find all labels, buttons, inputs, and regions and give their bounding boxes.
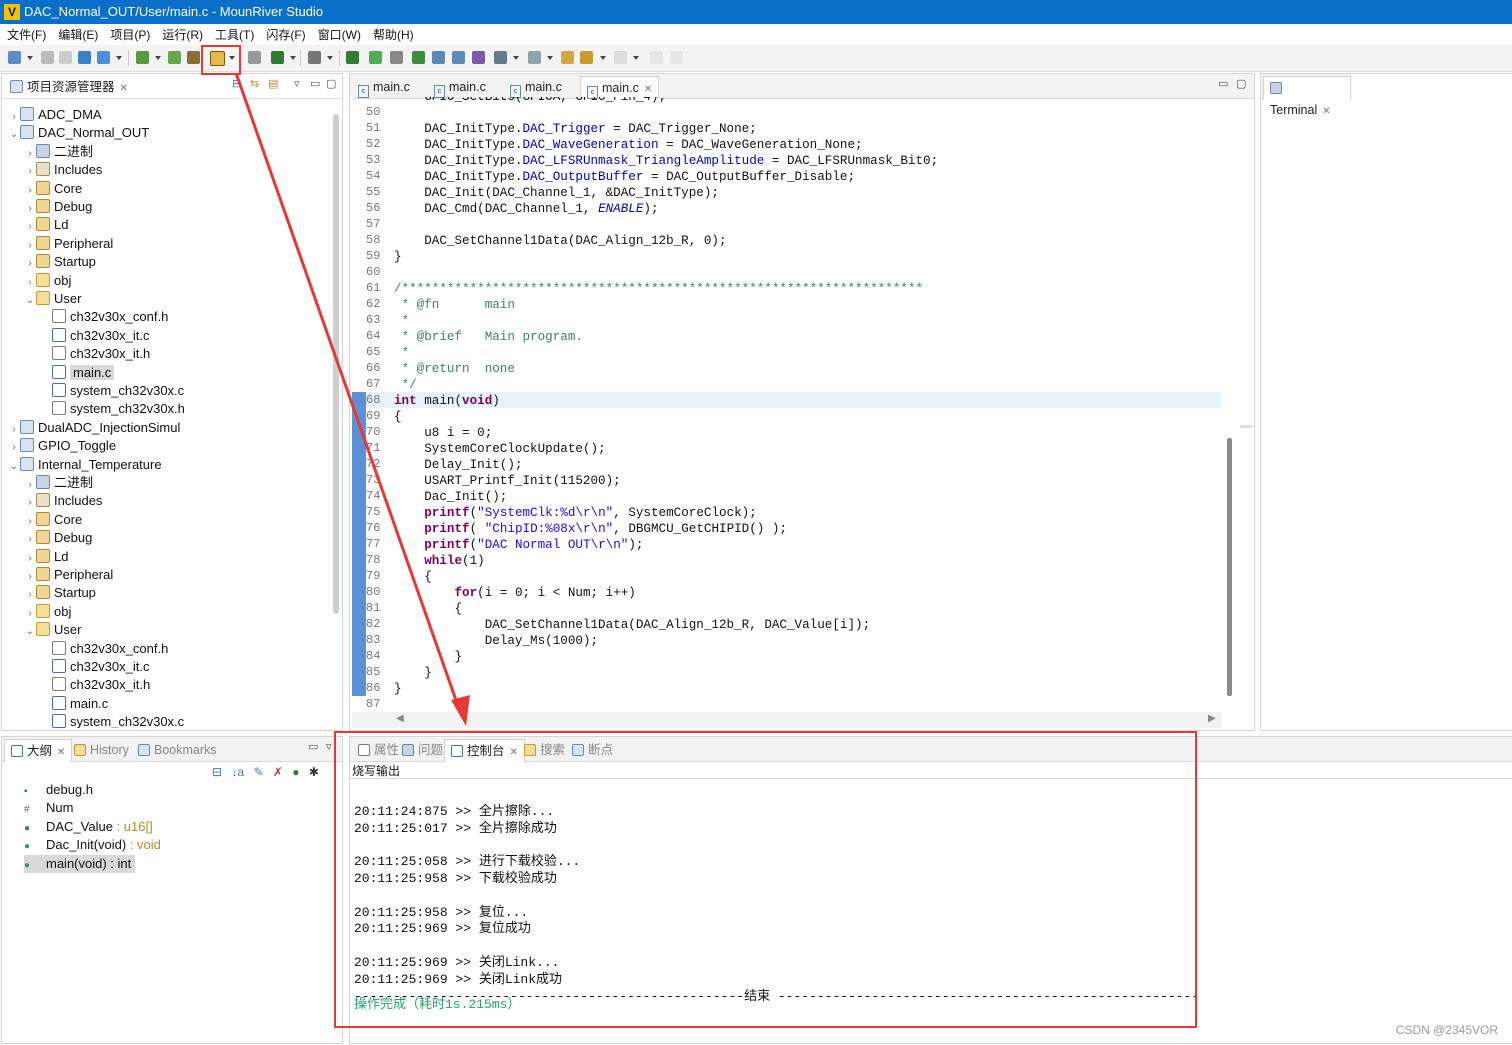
watermark: CSDN @2345VOR — [1395, 1023, 1498, 1037]
annotation-arrow — [234, 72, 470, 726]
arrow-head-icon — [451, 695, 470, 726]
